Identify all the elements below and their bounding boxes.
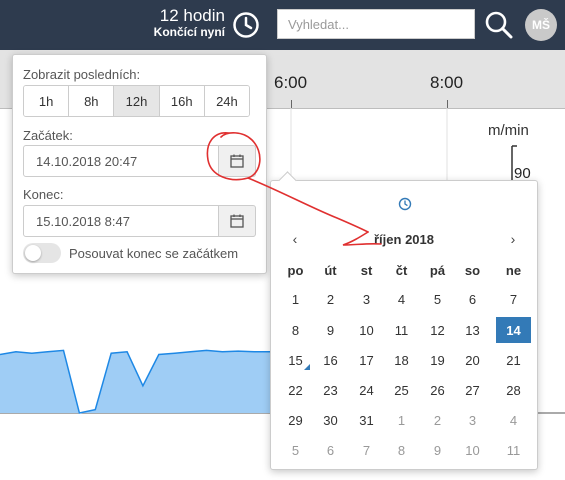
calendar-day[interactable]: 7 — [496, 286, 531, 312]
weekday-header: po — [287, 263, 304, 278]
start-datetime-input[interactable] — [23, 145, 219, 177]
range-button-12h[interactable]: 12h — [114, 86, 160, 116]
range-button-8h[interactable]: 8h — [69, 86, 115, 116]
weekday-header: st — [360, 263, 373, 278]
calendar-day[interactable]: 7 — [349, 437, 384, 463]
chart-series — [0, 349, 270, 414]
calendar-icon — [230, 154, 244, 168]
calendar-day[interactable]: 26 — [420, 377, 455, 403]
calendar-day[interactable]: 1 — [278, 286, 313, 312]
start-label: Začátek: — [23, 128, 73, 143]
calendar-day[interactable]: 11 — [496, 437, 531, 463]
calendar-day[interactable]: 5 — [278, 437, 313, 463]
calendar-day[interactable]: 18 — [384, 347, 419, 373]
y-axis-unit: m/min — [488, 122, 529, 139]
weekday-header: pá — [429, 263, 446, 278]
calendar-day[interactable]: 24 — [349, 377, 384, 403]
time-range-display[interactable]: 12 hodin Končící nyní — [153, 6, 225, 39]
calendar-day[interactable]: 3 — [455, 407, 490, 433]
calendar-day[interactable]: 1 — [384, 407, 419, 433]
calendar-day[interactable]: 17 — [349, 347, 384, 373]
calendar-day[interactable]: 12 — [420, 317, 455, 343]
timeline-tick-label: 6:00 — [274, 73, 308, 92]
calendar-day[interactable]: 9 — [313, 317, 348, 343]
calendar-day[interactable]: 8 — [384, 437, 419, 463]
calendar-day[interactable]: 30 — [313, 407, 348, 433]
calendar-day[interactable]: 3 — [349, 286, 384, 312]
calendar-day[interactable]: 14 — [496, 317, 531, 343]
timeline-tick-label: 8:00 — [430, 73, 464, 92]
calendar-day[interactable]: 9 — [420, 437, 455, 463]
chevron-right-icon[interactable]: › — [505, 231, 521, 247]
search-icon[interactable] — [484, 10, 514, 40]
time-range-popover: Zobrazit posledních: 1h 8h 12h 16h 24h Z… — [12, 54, 267, 274]
calendar-day[interactable]: 19 — [420, 347, 455, 373]
calendar-day[interactable]: 6 — [455, 286, 490, 312]
end-label: Konec: — [23, 187, 64, 202]
calendar-day[interactable]: 16 — [313, 347, 348, 373]
toggle-knob — [25, 245, 41, 261]
series-area — [0, 350, 270, 413]
clock-icon[interactable] — [398, 197, 412, 211]
calendar-day[interactable]: 2 — [420, 407, 455, 433]
range-button-1h[interactable]: 1h — [24, 86, 70, 116]
move-end-toggle[interactable] — [23, 243, 61, 263]
datepicker: ‹ říjen 2018 › po út st čt pá so ne 1 2 3 4 5 6 7 8 9 10… — [270, 171, 538, 470]
calendar-day[interactable]: 22 — [278, 377, 313, 403]
move-end-label: Posouvat konec se začátkem — [69, 246, 239, 261]
show-last-label: Zobrazit posledních: — [23, 67, 141, 82]
range-button-24h[interactable]: 24h — [204, 86, 249, 116]
weekday-header: ne — [505, 263, 522, 278]
calendar-day[interactable]: 4 — [384, 286, 419, 312]
timeline-tick — [291, 100, 292, 108]
timeline-tick — [447, 100, 448, 108]
month-title[interactable]: říjen 2018 — [271, 232, 537, 247]
range-button-16h[interactable]: 16h — [159, 86, 205, 116]
search-input[interactable] — [277, 9, 475, 39]
range-selector: 1h 8h 12h 16h 24h — [23, 85, 250, 117]
end-datetime-input[interactable] — [23, 205, 219, 237]
end-calendar-button[interactable] — [219, 205, 256, 237]
range-subtitle: Končící nyní — [153, 24, 225, 39]
calendar-day[interactable]: 13 — [455, 317, 490, 343]
weekday-header: út — [324, 263, 337, 278]
top-bar: 12 hodin Končící nyní MŠ — [0, 0, 565, 50]
calendar-day[interactable]: 31 — [349, 407, 384, 433]
calendar-icon — [230, 214, 244, 228]
calendar-day[interactable]: 23 — [313, 377, 348, 403]
clock-icon[interactable] — [232, 11, 260, 39]
calendar-day[interactable]: 27 — [455, 377, 490, 403]
weekday-header: so — [464, 263, 481, 278]
calendar-day[interactable]: 5 — [420, 286, 455, 312]
calendar-day[interactable]: 28 — [496, 377, 531, 403]
calendar-day[interactable]: 15 — [278, 347, 313, 373]
range-title: 12 hodin — [159, 6, 225, 25]
start-calendar-button[interactable] — [219, 145, 256, 177]
calendar-day[interactable]: 11 — [384, 317, 419, 343]
calendar-day[interactable]: 10 — [349, 317, 384, 343]
calendar-day[interactable]: 25 — [384, 377, 419, 403]
weekday-header: čt — [395, 263, 408, 278]
calendar-day[interactable]: 4 — [496, 407, 531, 433]
calendar-day[interactable]: 21 — [496, 347, 531, 373]
calendar-day[interactable]: 6 — [313, 437, 348, 463]
calendar-day[interactable]: 20 — [455, 347, 490, 373]
calendar-day[interactable]: 10 — [455, 437, 490, 463]
calendar-day[interactable]: 29 — [278, 407, 313, 433]
calendar-day[interactable]: 2 — [313, 286, 348, 312]
avatar[interactable]: MŠ — [525, 9, 557, 41]
calendar-day[interactable]: 8 — [278, 317, 313, 343]
